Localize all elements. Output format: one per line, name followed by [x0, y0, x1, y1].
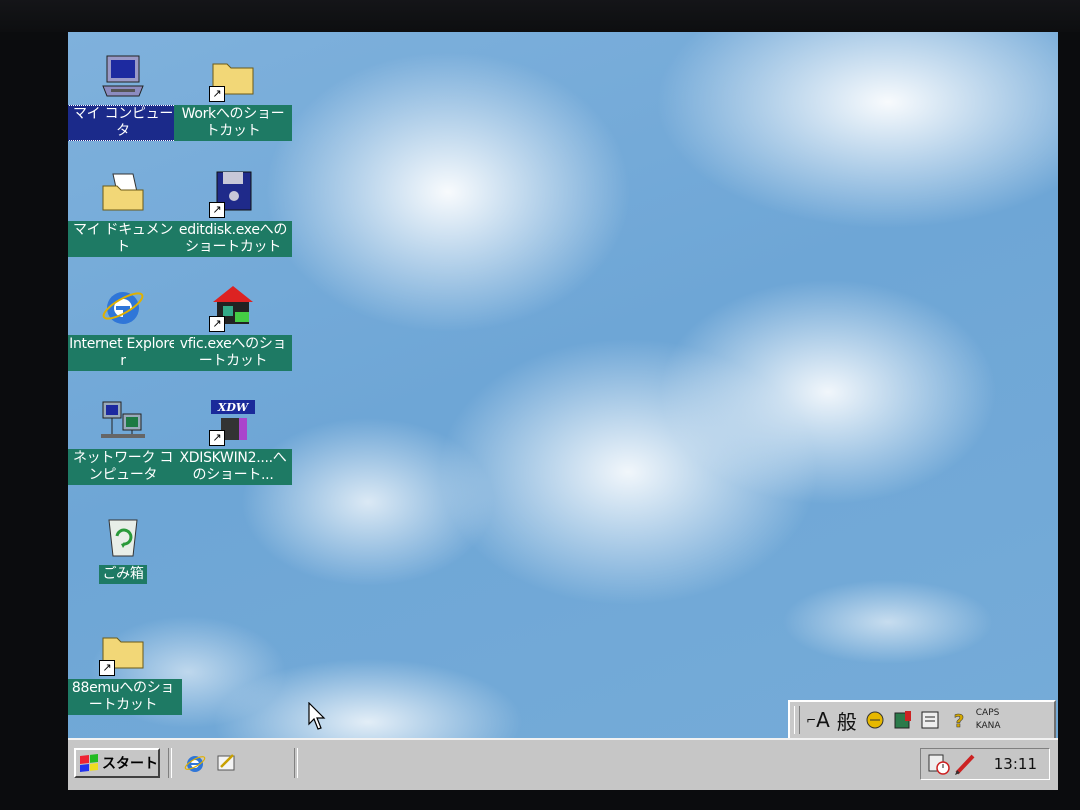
internet-explorer-icon [97, 280, 149, 332]
desktop-icon-label: ごみ箱 [99, 565, 147, 584]
language-bar[interactable]: ⌐ A 般 ? CAPS KANA [788, 700, 1056, 740]
ime-pad-icon[interactable] [864, 707, 886, 733]
quick-launch-internet-explorer[interactable] [182, 750, 208, 776]
desktop-icon-label: XDISKWIN2....へのショート... [174, 449, 292, 485]
mouse-cursor-icon [308, 702, 326, 730]
desktop-icon-xdiskwin2-shortcut[interactable]: XDW ↗ XDISKWIN2....へのショート... [174, 394, 292, 485]
svg-text:?: ? [954, 711, 964, 731]
internet-explorer-icon [184, 756, 206, 772]
my-documents-icon [97, 166, 149, 218]
desktop[interactable]: マイ コンピュータ マイ ドキュメント Internet Explorer ネッ… [68, 32, 1058, 790]
desktop-icon-my-documents[interactable]: マイ ドキュメント [68, 166, 182, 257]
desktop-icon-label: マイ コンピュータ [68, 105, 182, 141]
recycle-bin-icon [97, 510, 149, 562]
desktop-icon-editdisk-shortcut[interactable]: ↗ editdisk.exeへのショートカット [174, 166, 292, 257]
desktop-icon-88emu-shortcut[interactable]: ↗ 88emuへのショートカット [68, 624, 182, 715]
desktop-icon-label: Workへのショートカット [174, 105, 292, 141]
desktop-icon-label: ネットワーク コンピュータ [68, 449, 182, 485]
start-button[interactable]: スタート [74, 748, 160, 778]
desktop-icon-my-computer[interactable]: マイ コンピュータ [68, 50, 182, 141]
windows-logo-icon [80, 754, 98, 772]
desktop-icon-recycle-bin[interactable]: ごみ箱 [68, 510, 182, 584]
desktop-icon-work-shortcut[interactable]: ↗ Workへのショートカット [174, 50, 292, 141]
desktop-icon-vfic-shortcut[interactable]: ↗ vfic.exeへのショートカット [174, 280, 292, 371]
shortcut-arrow-icon: ↗ [209, 86, 225, 102]
outlook-express-icon [217, 754, 235, 771]
desktop-icon-label: 88emuへのショートカット [68, 679, 182, 715]
xdw-app-icon: XDW ↗ [207, 394, 259, 446]
my-computer-icon [97, 50, 149, 102]
quick-launch-outlook-express[interactable] [214, 750, 240, 776]
taskbar-separator [168, 748, 172, 778]
language-bar-grip[interactable] [794, 706, 800, 734]
vfic-app-icon: ↗ [207, 280, 259, 332]
folder-icon: ↗ [207, 50, 259, 102]
desktop-icon-label: マイ ドキュメント [68, 221, 182, 257]
properties-icon[interactable] [920, 707, 942, 733]
desktop-icon-label: editdisk.exeへのショートカット [174, 221, 292, 257]
monitor-bezel-top [0, 0, 1080, 32]
shortcut-arrow-icon: ↗ [99, 660, 115, 676]
system-tray: 13:11 [920, 748, 1050, 780]
shortcut-arrow-icon: ↗ [209, 430, 225, 446]
taskbar-separator [294, 748, 298, 778]
taskbar: スタート 13:11 [68, 738, 1058, 790]
desktop-icon-label: vfic.exeへのショートカット [174, 335, 292, 371]
dictionary-icon[interactable] [892, 707, 914, 733]
desktop-icon-network-computer[interactable]: ネットワーク コンピュータ [68, 394, 182, 485]
conversion-mode-indicator[interactable]: 般 [836, 707, 858, 734]
folder-icon: ↗ [97, 624, 149, 676]
taskbar-clock[interactable]: 13:11 [994, 755, 1037, 773]
task-scheduler-icon[interactable] [927, 753, 951, 779]
svg-text:XDW: XDW [217, 401, 250, 414]
floppy-disk-icon: ↗ [207, 166, 259, 218]
caps-kana-indicator: CAPS KANA [975, 708, 1001, 731]
network-computer-icon [97, 394, 149, 446]
input-mode-indicator[interactable]: ⌐ A [806, 707, 830, 733]
desktop-icon-label: Internet Explorer [68, 335, 182, 371]
help-icon[interactable]: ? [948, 707, 970, 733]
shortcut-arrow-icon: ↗ [209, 316, 225, 332]
pen-icon[interactable] [953, 753, 977, 779]
desktop-icon-internet-explorer[interactable]: Internet Explorer [68, 280, 182, 371]
shortcut-arrow-icon: ↗ [209, 202, 225, 218]
